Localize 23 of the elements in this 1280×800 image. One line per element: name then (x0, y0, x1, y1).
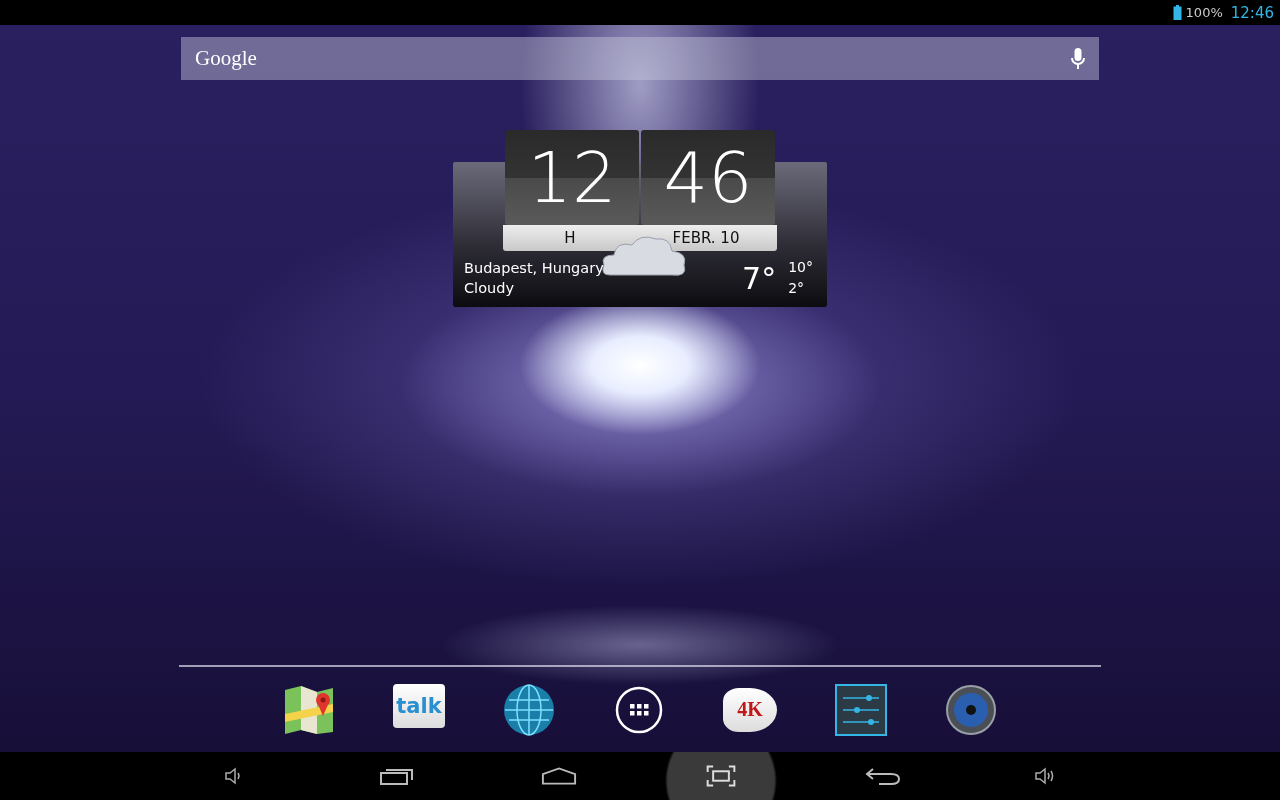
home-icon[interactable] (541, 765, 577, 787)
hours-card: 12 (505, 130, 639, 225)
microphone-icon[interactable] (1071, 47, 1085, 70)
back-icon[interactable] (865, 765, 901, 787)
weather-condition: Cloudy (464, 279, 515, 298)
minutes-card: 46 (641, 130, 775, 225)
globe-icon[interactable] (503, 683, 555, 736)
day-label: H (563, 229, 577, 247)
settings-icon[interactable] (835, 683, 887, 736)
weather-location: Budapest, Hungary (464, 259, 605, 278)
speaker-icon[interactable] (945, 683, 997, 736)
low-temperature: 2° (788, 279, 806, 298)
video-app-icon[interactable]: 4K (723, 687, 777, 732)
battery-icon (1172, 5, 1182, 20)
map-icon[interactable] (283, 683, 335, 736)
date-label: FEBR. 10 (671, 229, 741, 247)
google-logo: Google (195, 46, 257, 71)
current-temperature: 7° (742, 260, 777, 296)
battery-level: 100% (1185, 5, 1223, 20)
high-temperature: 10° (788, 258, 813, 277)
talk-app-icon[interactable]: talk (393, 683, 445, 728)
search-bar[interactable]: Google (181, 37, 1099, 80)
status-time: 12:46 (1230, 3, 1274, 22)
